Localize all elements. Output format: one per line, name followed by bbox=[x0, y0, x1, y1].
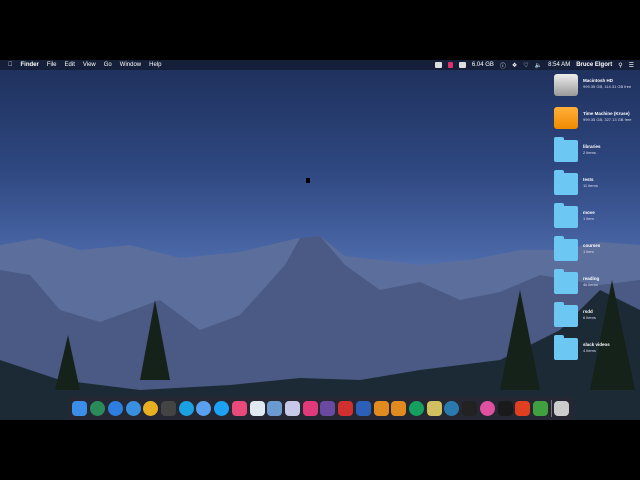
dock-twitter-icon[interactable] bbox=[214, 401, 230, 416]
wallpaper-yosemite bbox=[0, 236, 640, 420]
desktop-item-rsdd[interactable]: rsdd 6 items bbox=[552, 302, 640, 333]
storage-status[interactable]: 6.04 GB bbox=[472, 62, 494, 68]
item-info: 999.35 GB, 327.13 GB free bbox=[583, 117, 632, 122]
info-icon[interactable]: ⓘ bbox=[500, 61, 506, 70]
dock-trash-icon[interactable] bbox=[554, 401, 570, 416]
dock-chrome-icon[interactable] bbox=[143, 401, 159, 416]
item-name: move bbox=[583, 210, 595, 215]
notification-center-icon[interactable]: ☰ bbox=[629, 62, 634, 69]
desktop-item-libraries[interactable]: libraries 2 items bbox=[552, 137, 640, 168]
item-name: courses bbox=[583, 243, 601, 248]
drive-icon bbox=[554, 74, 578, 96]
dock-dashboard-icon[interactable] bbox=[160, 401, 176, 416]
desktop-item-move[interactable]: move 1 item bbox=[552, 203, 640, 234]
menu-file[interactable]: File bbox=[47, 62, 57, 68]
clock[interactable]: 8:54 AM bbox=[548, 62, 570, 68]
folder-icon bbox=[554, 335, 578, 360]
folder-icon bbox=[554, 203, 578, 228]
item-info: 2 items bbox=[583, 150, 596, 155]
dock-word-icon[interactable] bbox=[355, 401, 371, 416]
dock-terminal-icon[interactable] bbox=[497, 401, 513, 416]
desktop-item-time-machine-kruse-[interactable]: Time Machine (Kruse) 999.35 GB, 327.13 G… bbox=[552, 105, 640, 135]
dock-messages-icon[interactable] bbox=[196, 401, 212, 416]
menu-view[interactable]: View bbox=[83, 62, 96, 68]
item-name: reading bbox=[583, 276, 600, 281]
dock-display-icon[interactable] bbox=[302, 401, 318, 416]
dock-sonos-icon[interactable] bbox=[462, 401, 478, 416]
dock-slack-icon[interactable] bbox=[231, 401, 247, 416]
item-name: tests bbox=[583, 177, 594, 182]
user-name[interactable]: Bruce Elgort bbox=[576, 62, 612, 68]
dock-photo-booth-icon[interactable] bbox=[284, 401, 300, 416]
dock-itunes-icon[interactable] bbox=[479, 401, 495, 416]
item-name: rsdd bbox=[583, 309, 593, 314]
desktop-item-courses[interactable]: courses 1 item bbox=[552, 236, 640, 267]
dock-skype-icon[interactable] bbox=[178, 401, 194, 416]
folder-icon bbox=[554, 269, 578, 294]
item-name: libraries bbox=[583, 144, 601, 149]
item-info: 1 item bbox=[583, 216, 594, 221]
item-name: Time Machine (Kruse) bbox=[583, 111, 630, 116]
dock-app-store-icon[interactable] bbox=[107, 401, 123, 416]
dock-diagram-icon[interactable] bbox=[249, 401, 265, 416]
folder-icon bbox=[554, 236, 578, 261]
dropbox-icon[interactable]: ❖ bbox=[512, 62, 517, 69]
dock-word-pdf-icon[interactable] bbox=[338, 401, 354, 416]
dock-safari-icon[interactable] bbox=[125, 401, 141, 416]
menu-edit[interactable]: Edit bbox=[65, 62, 75, 68]
status-app-icon[interactable] bbox=[447, 62, 453, 68]
dock-office-icon[interactable] bbox=[515, 401, 531, 416]
menu-go[interactable]: Go bbox=[104, 62, 112, 68]
mouse-cursor bbox=[306, 178, 310, 183]
dock-sublime-1-icon[interactable] bbox=[373, 401, 389, 416]
item-info: 1 item bbox=[583, 249, 594, 254]
desktop[interactable]:  Finder File Edit View Go Window Help 6… bbox=[0, 60, 640, 420]
desktop-item-slack-videos[interactable]: slack videos 4 items bbox=[552, 335, 640, 366]
item-info: 6 items bbox=[583, 315, 596, 320]
spotlight-icon[interactable]: ⚲ bbox=[618, 62, 622, 69]
dock-grammarly-icon[interactable] bbox=[409, 401, 425, 416]
volume-icon[interactable]: 🔈 bbox=[535, 62, 542, 69]
desktop-item-macintosh-hd[interactable]: Macintosh HD 999.35 GB, 114.31 GB free bbox=[552, 72, 640, 102]
item-info: 4 items bbox=[583, 348, 596, 353]
dock-github-icon[interactable] bbox=[320, 401, 336, 416]
dock-preview-icon[interactable] bbox=[267, 401, 283, 416]
folder-icon bbox=[554, 302, 578, 327]
dock-camtasia-icon[interactable] bbox=[533, 401, 549, 416]
folder-icon bbox=[554, 170, 578, 195]
item-info: 11 items bbox=[583, 183, 598, 188]
menu-window[interactable]: Window bbox=[120, 62, 141, 68]
folder-icon bbox=[554, 137, 578, 162]
item-name: slack videos bbox=[583, 342, 610, 347]
dock-archive-icon[interactable] bbox=[426, 401, 442, 416]
download-icon[interactable] bbox=[458, 62, 466, 68]
cloud-icon[interactable] bbox=[434, 62, 442, 68]
desktop-item-tests[interactable]: tests 11 items bbox=[552, 170, 640, 201]
wifi-icon[interactable]: ♡ bbox=[523, 62, 528, 69]
dock-time-machine-icon[interactable] bbox=[90, 401, 106, 416]
item-name: Macintosh HD bbox=[583, 78, 614, 83]
dock-wordpress-icon[interactable] bbox=[444, 401, 460, 416]
dock-separator bbox=[550, 400, 552, 417]
dock-finder-icon[interactable] bbox=[72, 401, 88, 416]
item-info: 4k items bbox=[583, 282, 598, 287]
menu-bar:  Finder File Edit View Go Window Help 6… bbox=[0, 60, 640, 70]
menu-app-name[interactable]: Finder bbox=[21, 62, 39, 68]
drive-icon bbox=[554, 107, 578, 129]
dock-sublime-2-icon[interactable] bbox=[391, 401, 407, 416]
menu-help[interactable]: Help bbox=[149, 62, 161, 68]
desktop-item-reading[interactable]: reading 4k items bbox=[552, 269, 640, 300]
apple-menu-icon[interactable]:  bbox=[8, 62, 13, 68]
item-info: 999.35 GB, 114.31 GB free bbox=[583, 84, 632, 89]
dock bbox=[68, 397, 574, 420]
